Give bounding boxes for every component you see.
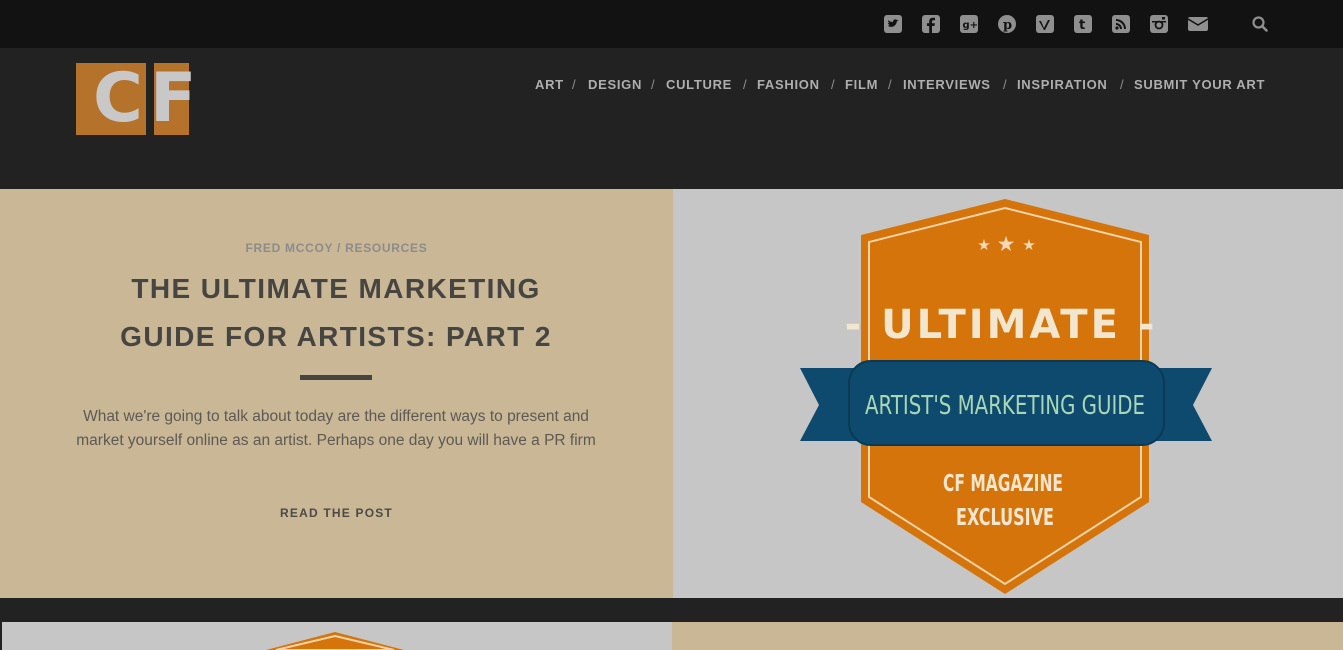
nav-separator: / [888, 77, 892, 92]
svg-text:t: t [1079, 18, 1085, 33]
nav-separator: / [572, 77, 576, 92]
tumblr-icon[interactable]: t [1073, 14, 1093, 34]
post-title[interactable]: THE ULTIMATE MARKETING GUIDE FOR ARTISTS… [86, 265, 586, 361]
nav-item-interviews[interactable]: INTERVIEWS [903, 77, 991, 92]
rss-icon[interactable] [1111, 14, 1131, 34]
svg-text:p: p [1003, 18, 1012, 33]
top-social-bar: g+ p t [0, 0, 1343, 48]
pinterest-icon[interactable]: p [997, 14, 1017, 34]
read-the-post-link[interactable]: READ THE POST [0, 506, 673, 520]
site-header: C F ART / DESIGN / CULTURE / FASHION / F… [0, 48, 1343, 189]
nav-item-art[interactable]: ART [535, 77, 564, 92]
nav-separator: / [743, 77, 747, 92]
nav-item-fashion[interactable]: FASHION [757, 77, 820, 92]
star-icon: ★ [1022, 237, 1035, 254]
nav-item-film[interactable]: FILM [845, 77, 878, 92]
post-category[interactable]: RESOURCES [345, 241, 427, 255]
nav-item-submit-your-art[interactable]: SUBMIT YOUR ART [1134, 77, 1265, 92]
main-nav: ART / DESIGN / CULTURE / FASHION / FILM … [520, 77, 1280, 93]
meta-separator: / [337, 241, 342, 255]
svg-text:g+: g+ [963, 20, 979, 31]
facebook-icon[interactable] [921, 14, 941, 34]
logo-letter-f: F [150, 59, 197, 138]
twitter-icon[interactable] [883, 14, 903, 34]
title-divider [300, 375, 372, 380]
mail-icon[interactable] [1187, 14, 1209, 34]
next-post-text [672, 622, 1343, 650]
nav-item-culture[interactable]: CULTURE [666, 77, 732, 92]
ribbon-text: ARTIST'S MARKETING GUIDE [865, 391, 1145, 421]
featured-post-text: FRED MCCOY / RESOURCES THE ULTIMATE MARK… [0, 189, 673, 598]
star-icon: ★ [977, 237, 990, 254]
post-author[interactable]: FRED MCCOY [246, 241, 333, 255]
instagram-icon[interactable] [1149, 14, 1169, 34]
badge-heading: - ULTIMATE - [845, 302, 1158, 348]
vimeo-icon[interactable] [1035, 14, 1055, 34]
search-icon[interactable] [1251, 15, 1269, 33]
nav-item-inspiration[interactable]: INSPIRATION [1017, 77, 1108, 92]
marketing-guide-badge-image: ★ ★ ★ - ULTIMATE - ARTIST'S MARKETING GU… [800, 199, 1212, 594]
badge-line-2: EXCLUSIVE [956, 505, 1054, 531]
nav-separator: / [831, 77, 835, 92]
nav-item-design[interactable]: DESIGN [588, 77, 642, 92]
google-plus-icon[interactable]: g+ [959, 14, 979, 34]
star-icon: ★ [997, 233, 1016, 256]
featured-post-image[interactable]: ★ ★ ★ - ULTIMATE - ARTIST'S MARKETING GU… [673, 189, 1343, 598]
next-badge-partial [266, 632, 404, 650]
nav-separator: / [1120, 77, 1124, 92]
site-logo[interactable]: C F [76, 59, 196, 138]
nav-separator: / [651, 77, 655, 92]
post-meta: FRED MCCOY / RESOURCES [0, 241, 673, 255]
logo-letter-c: C [93, 59, 143, 138]
post-excerpt: What we're going to talk about today are… [76, 408, 596, 449]
nav-separator: / [1003, 77, 1007, 92]
badge-line-1: CF MAGAZINE [943, 471, 1063, 497]
next-post-image[interactable] [2, 622, 672, 650]
